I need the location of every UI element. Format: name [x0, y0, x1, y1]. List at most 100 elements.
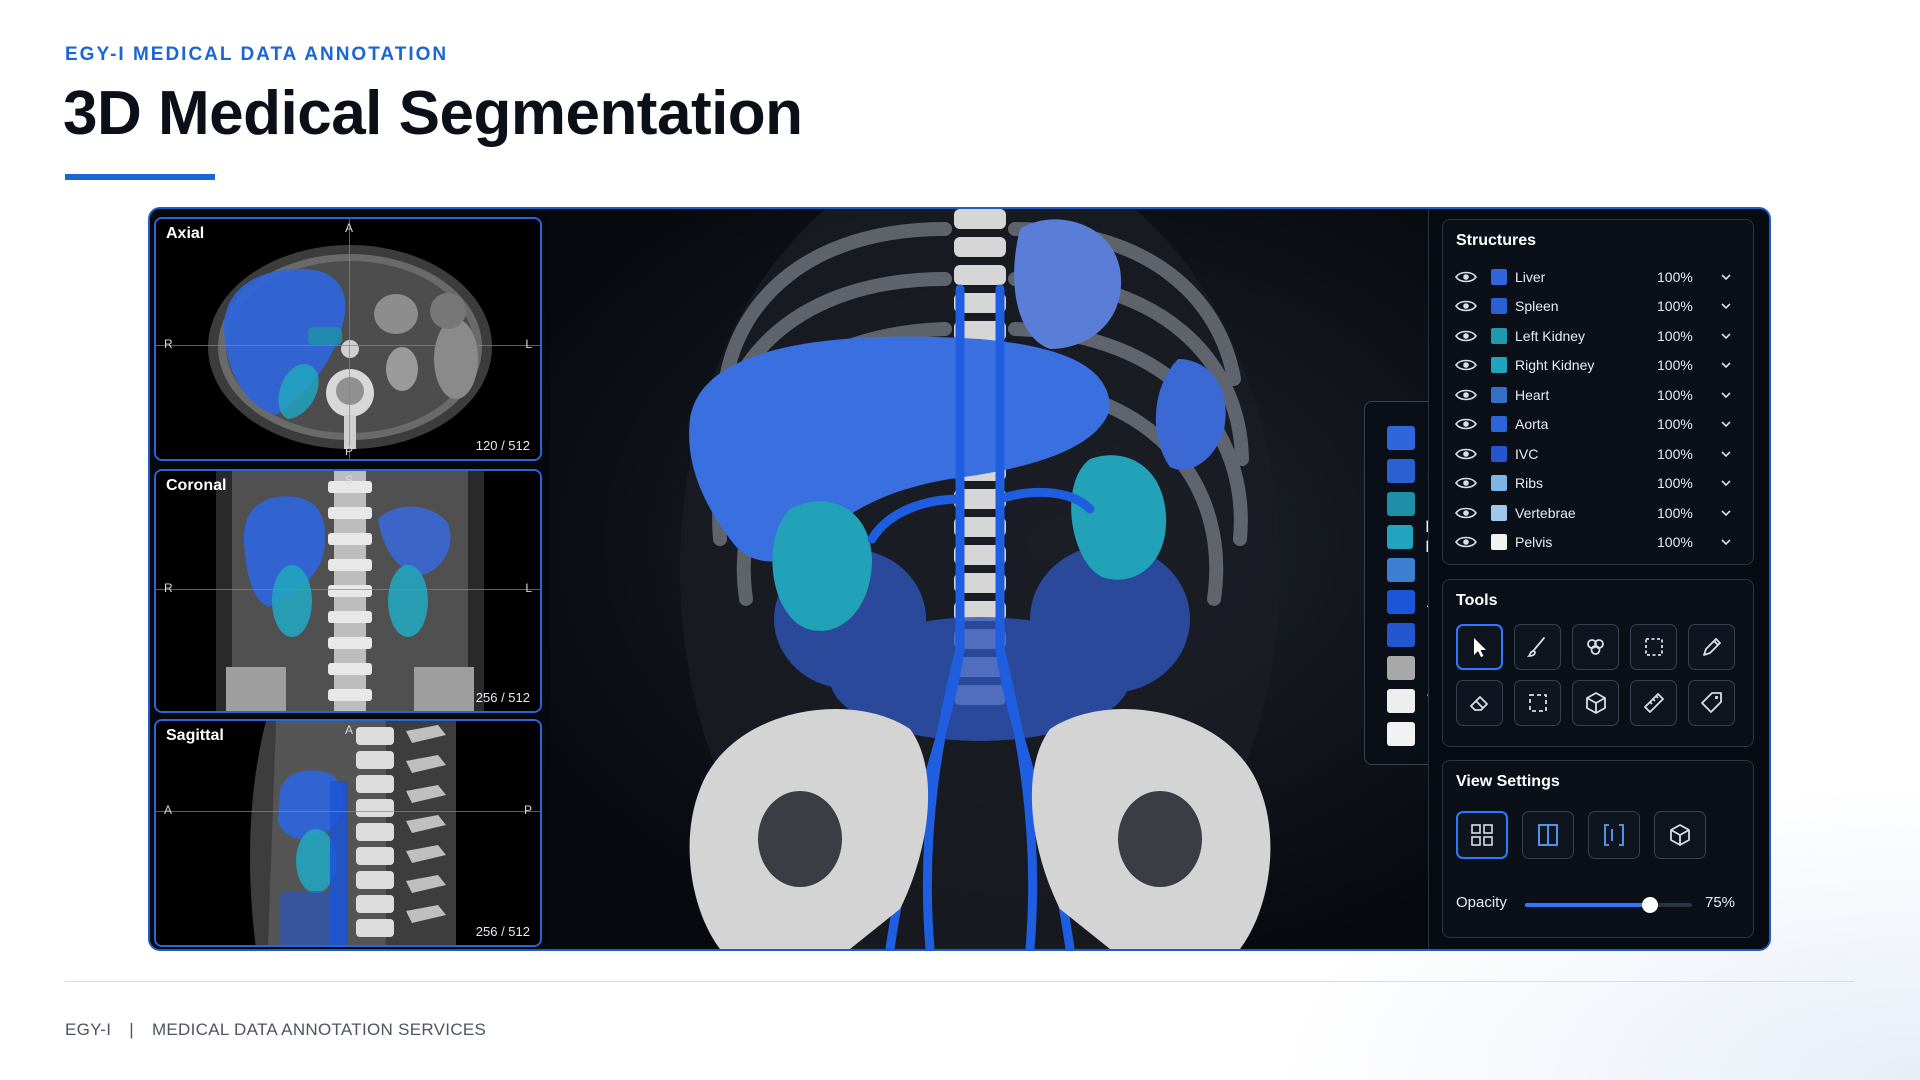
tool-button-tag[interactable] [1688, 680, 1735, 726]
view-settings-title: View Settings [1456, 773, 1560, 790]
sagittal-view[interactable]: Sagittal A A P 256 / 512 [154, 719, 542, 947]
structure-name: Right Kidney [1515, 357, 1595, 373]
structure-opacity: 100% [1657, 386, 1693, 403]
eye-icon[interactable] [1455, 447, 1477, 461]
view-button-grid-layout[interactable] [1456, 811, 1508, 859]
eye-icon[interactable] [1455, 270, 1477, 284]
structures-panel: Structures Liver 100% Spleen 100% Left Kidne… [1442, 219, 1754, 565]
structure-color-swatch[interactable] [1491, 298, 1507, 314]
pointer-icon [1473, 638, 1486, 657]
chevron-down-icon[interactable] [1721, 272, 1731, 282]
eye-icon[interactable] [1455, 329, 1477, 343]
structure-row[interactable]: Heart 100% [1455, 380, 1743, 409]
structure-row[interactable]: Vertebrae 100% [1455, 498, 1743, 527]
sagittal-dir-right: P [523, 803, 532, 817]
eye-icon[interactable] [1455, 358, 1477, 372]
view-button-split-bracket[interactable] [1588, 811, 1640, 859]
eye-icon[interactable] [1455, 388, 1477, 402]
structure-row[interactable]: Pelvis 100% [1455, 528, 1743, 557]
pen-icon [1702, 638, 1721, 656]
box-select-icon [1528, 694, 1547, 712]
chevron-down-icon[interactable] [1721, 331, 1731, 341]
eye-icon[interactable] [1455, 506, 1477, 520]
axial-view[interactable]: Axial A P R L 120 / 512 [154, 217, 542, 461]
view-button-split-vertical[interactable] [1522, 811, 1574, 859]
structure-opacity: 100% [1657, 504, 1693, 521]
sagittal-slice-counter: 256 / 512 [475, 924, 530, 939]
sagittal-crosshair-horizontal [156, 811, 540, 812]
tool-button-eraser[interactable] [1456, 680, 1503, 726]
legend-swatch [1387, 688, 1415, 713]
view-settings-panel: View Settings Opacity 75% [1442, 760, 1754, 938]
structure-opacity: 100% [1657, 445, 1693, 462]
eraser-icon [1469, 696, 1488, 711]
segmentation-app-window: Axial A P R L 120 / 512 Coronal S R L 25… [148, 207, 1771, 951]
axial-label: Axial [166, 225, 205, 242]
axial-dir-bottom: P [345, 444, 354, 458]
eye-icon[interactable] [1455, 299, 1477, 313]
tool-button-pointer[interactable] [1456, 624, 1503, 670]
ruler-icon [1643, 693, 1664, 713]
chevron-down-icon[interactable] [1721, 508, 1731, 518]
cube-icon [1585, 692, 1606, 714]
title-underline [65, 174, 215, 180]
structure-row[interactable]: Liver 100% [1455, 262, 1743, 291]
axial-crosshair-vertical [349, 219, 350, 459]
chevron-down-icon[interactable] [1721, 419, 1731, 429]
coronal-ct-image [156, 471, 540, 711]
grid-layout-icon [1471, 824, 1493, 846]
tool-button-pen[interactable] [1688, 624, 1735, 670]
structure-color-swatch[interactable] [1491, 386, 1507, 403]
eye-icon[interactable] [1455, 476, 1477, 490]
structure-row[interactable]: Right Kidney 100% [1455, 351, 1743, 380]
opacity-slider[interactable] [1525, 897, 1692, 913]
tool-button-box-select[interactable] [1514, 680, 1561, 726]
structure-color-swatch[interactable] [1491, 327, 1507, 344]
page-title: 3D Medical Segmentation [63, 79, 803, 148]
structure-color-swatch[interactable] [1491, 268, 1507, 285]
3d-viewport[interactable]: S R A LiverSpleenLeft KidneyRight Kidney… [550, 209, 1578, 949]
tool-button-ruler[interactable] [1630, 680, 1677, 726]
structure-color-swatch[interactable] [1491, 357, 1507, 373]
structure-color-swatch[interactable] [1491, 475, 1507, 491]
legend-swatch [1387, 524, 1414, 549]
chevron-down-icon[interactable] [1721, 360, 1731, 370]
coronal-dir-right: L [525, 581, 532, 595]
view-button-3d-cube[interactable] [1654, 811, 1706, 859]
structure-name: IVC [1515, 445, 1539, 462]
chevron-down-icon[interactable] [1721, 478, 1731, 488]
structure-row[interactable]: Spleen 100% [1455, 292, 1743, 321]
coronal-dir-left: R [164, 581, 173, 595]
footer-separator: | [129, 1020, 134, 1039]
structure-name: Liver [1515, 268, 1546, 285]
opacity-slider-thumb[interactable] [1642, 897, 1659, 913]
axial-dir-left: R [164, 337, 173, 351]
legend-swatch [1387, 623, 1415, 648]
sagittal-ct-image [156, 721, 540, 945]
structure-row[interactable]: Left Kidney 100% [1455, 321, 1743, 350]
eye-icon[interactable] [1455, 417, 1477, 431]
eyebrow-text: EGY-I MEDICAL DATA ANNOTATION [65, 44, 449, 65]
dashed-select-icon [1644, 638, 1663, 656]
tool-button-dashed-select[interactable] [1630, 624, 1677, 670]
chevron-down-icon[interactable] [1721, 449, 1731, 459]
chevron-down-icon[interactable] [1721, 537, 1731, 547]
structure-row[interactable]: IVC 100% [1455, 439, 1743, 468]
structure-color-swatch[interactable] [1491, 504, 1507, 521]
structure-opacity: 100% [1657, 357, 1693, 373]
eye-icon[interactable] [1455, 535, 1477, 549]
coronal-view[interactable]: Coronal S R L 256 / 512 [154, 469, 542, 713]
tool-button-smart-segment[interactable] [1572, 624, 1619, 670]
structure-row[interactable]: Ribs 100% [1455, 469, 1743, 498]
tool-button-cube[interactable] [1572, 680, 1619, 726]
legend-swatch [1387, 491, 1415, 516]
structure-color-swatch[interactable] [1491, 416, 1507, 432]
chevron-down-icon[interactable] [1721, 301, 1731, 311]
legend-swatch [1387, 557, 1415, 582]
chevron-down-icon[interactable] [1721, 390, 1731, 400]
structure-row[interactable]: Aorta 100% [1455, 410, 1743, 439]
tool-button-brush[interactable] [1514, 624, 1561, 670]
structure-color-swatch[interactable] [1491, 445, 1507, 462]
structure-opacity: 100% [1657, 416, 1693, 432]
structure-color-swatch[interactable] [1491, 534, 1507, 550]
